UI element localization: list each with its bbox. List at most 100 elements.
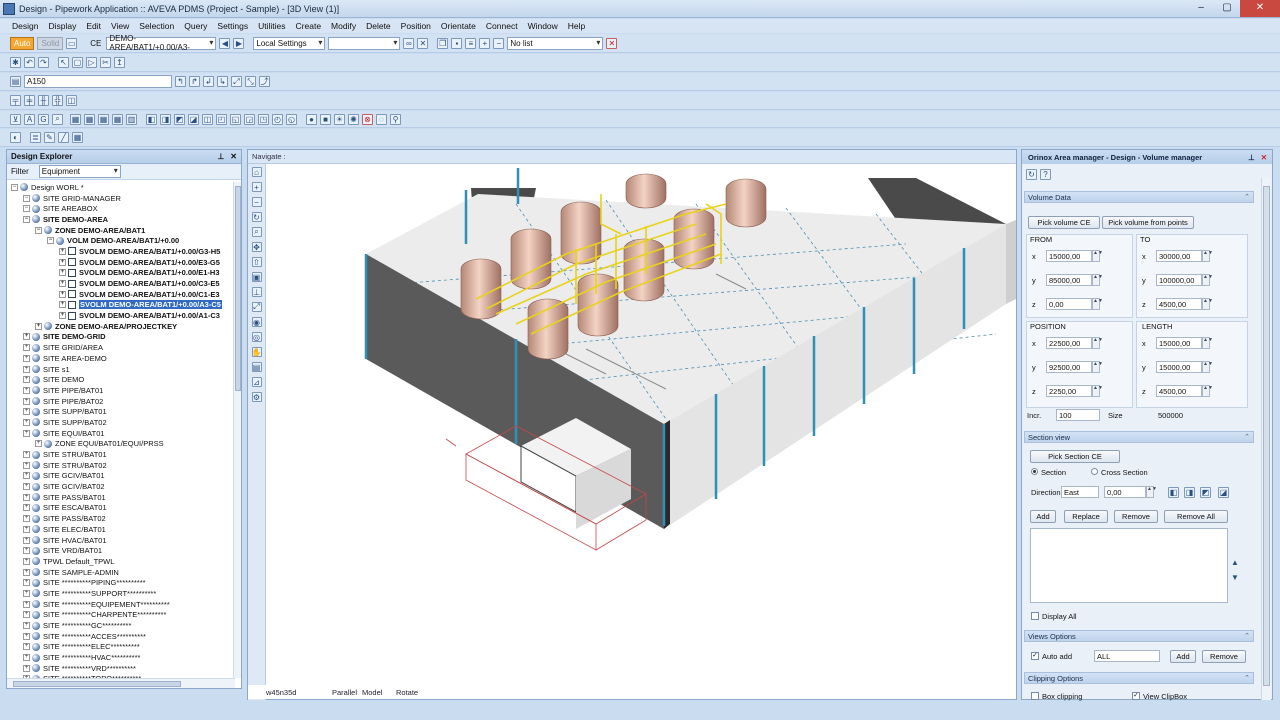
- menu-view[interactable]: View: [106, 21, 134, 31]
- tree-node[interactable]: + SVOLM DEMO-AREA/BAT1/+0.00/E3-G5: [7, 257, 235, 268]
- tree-node[interactable]: + SITE s1: [7, 364, 235, 375]
- tree-node[interactable]: + SITE VRD/BAT01: [7, 545, 235, 556]
- replace-section-button[interactable]: Replace: [1064, 510, 1108, 523]
- expand-toggle-icon[interactable]: +: [23, 557, 30, 565]
- save-icon[interactable]: ▪: [451, 37, 463, 49]
- expand-toggle-icon[interactable]: −: [23, 205, 30, 213]
- tree-node[interactable]: − ZONE DEMO-AREA/BAT1: [7, 225, 235, 236]
- tree-node[interactable]: + SITE **********HVAC**********: [7, 652, 235, 663]
- clip-icon[interactable]: ◌: [376, 113, 387, 125]
- pick-section-ce-button[interactable]: Pick Section CE: [1030, 450, 1120, 463]
- expand-toggle-icon[interactable]: +: [23, 568, 30, 576]
- list-dropdown[interactable]: No list: [507, 36, 604, 50]
- tree-node[interactable]: + SITE DEMO: [7, 374, 235, 385]
- pin-volume-panel-icon[interactable]: ⊥: [1248, 153, 1255, 162]
- pipe-icon[interactable]: ╤: [10, 95, 21, 106]
- explorer-icon[interactable]: ◐: [10, 132, 21, 143]
- section-collapse-icon[interactable]: ⌃: [1244, 433, 1250, 441]
- nav-measure-icon[interactable]: ⊿: [251, 377, 262, 387]
- maximize-icon[interactable]: ▢: [1214, 0, 1240, 17]
- minimize-icon[interactable]: –: [1188, 0, 1214, 17]
- expand-toggle-icon[interactable]: +: [23, 493, 30, 501]
- add-view-button[interactable]: Add: [1170, 650, 1196, 663]
- expand-toggle-icon[interactable]: +: [23, 344, 30, 352]
- remove-all-sections-button[interactable]: Remove All: [1164, 510, 1228, 523]
- tree-node[interactable]: + SITE GCIV/BAT01: [7, 471, 235, 482]
- menu-help[interactable]: Help: [563, 21, 590, 31]
- remove-section-button[interactable]: Remove: [1114, 510, 1158, 523]
- length-z-input[interactable]: 4500,00: [1156, 385, 1202, 397]
- nav-walk-icon[interactable]: ⇧: [251, 257, 262, 267]
- length-x-spinner[interactable]: ▲▼: [1202, 337, 1213, 349]
- menu-query[interactable]: Query: [179, 21, 212, 31]
- expand-toggle-icon[interactable]: +: [23, 525, 30, 533]
- draw-line-icon[interactable]: ╱: [58, 132, 69, 143]
- nav-fit-icon[interactable]: ▣: [251, 272, 262, 282]
- pin-icon[interactable]: ✱: [10, 57, 21, 68]
- list-add-icon[interactable]: +: [479, 37, 491, 49]
- close-icon[interactable]: ✕: [1240, 0, 1280, 17]
- iso-view-icon[interactable]: ▦: [112, 113, 123, 125]
- refresh-icon[interactable]: ↻: [1026, 169, 1037, 180]
- position-x-input[interactable]: 22500,00: [1046, 337, 1092, 349]
- position-x-spinner[interactable]: ▲▼: [1092, 337, 1103, 349]
- solid-button[interactable]: Solid: [37, 36, 64, 50]
- expand-toggle-icon[interactable]: +: [23, 483, 30, 491]
- cube-view-icon-9[interactable]: ◳: [258, 113, 269, 125]
- from-z-spinner[interactable]: ▲▼: [1092, 298, 1103, 310]
- forward-arrow-icon[interactable]: ▶: [233, 37, 245, 49]
- expand-toggle-icon[interactable]: +: [23, 611, 30, 619]
- nav-zoom-box-icon[interactable]: ⌕: [251, 227, 262, 237]
- play-icon[interactable]: ▷: [86, 57, 97, 68]
- expand-toggle-icon[interactable]: +: [23, 397, 30, 405]
- section-list[interactable]: [1030, 528, 1228, 603]
- tree-vscroll-thumb[interactable]: [235, 186, 241, 391]
- from-y-input[interactable]: 85000,00: [1046, 274, 1092, 286]
- tree-node[interactable]: − SITE AREABOX: [7, 203, 235, 214]
- snap-icon-4[interactable]: ↳: [217, 76, 228, 87]
- menu-position[interactable]: Position: [396, 21, 436, 31]
- snap-icon-5[interactable]: ⤢: [231, 76, 242, 87]
- tree-node[interactable]: + SITE ELEC/BAT01: [7, 524, 235, 535]
- expand-toggle-icon[interactable]: +: [23, 536, 30, 544]
- cross-section-radio[interactable]: [1091, 468, 1098, 475]
- nav-zoom-out-icon[interactable]: −: [251, 197, 262, 207]
- pick-volume-ce-button[interactable]: Pick volume CE: [1028, 216, 1100, 229]
- position-z-input[interactable]: 2250,00: [1046, 385, 1092, 397]
- expand-toggle-icon[interactable]: +: [23, 515, 30, 523]
- binoculars-icon[interactable]: ∞: [403, 37, 415, 49]
- length-y-spinner[interactable]: ▲▼: [1202, 361, 1213, 373]
- tree-vertical-scrollbar[interactable]: [233, 182, 241, 678]
- remove-view-button[interactable]: Remove: [1202, 650, 1246, 663]
- cube-view-icon-6[interactable]: ◰: [216, 113, 227, 125]
- snap-icon-3[interactable]: ↲: [203, 76, 214, 87]
- nav-axis-icon[interactable]: ⊥: [251, 287, 262, 297]
- snap-icon-7[interactable]: ⤴: [259, 76, 270, 87]
- tree-node[interactable]: + SVOLM DEMO-AREA/BAT1/+0.00/A1-C3: [7, 310, 235, 321]
- from-x-spinner[interactable]: ▲▼: [1092, 250, 1103, 262]
- tree-node[interactable]: + SVOLM DEMO-AREA/BAT1/+0.00/E1-H3: [7, 268, 235, 279]
- to-x-input[interactable]: 30000,00: [1156, 250, 1202, 262]
- list-icon[interactable]: ≡: [465, 37, 477, 49]
- view-axes-icon[interactable]: ⊻: [10, 113, 21, 125]
- menu-edit[interactable]: Edit: [81, 21, 106, 31]
- nav-settings-icon[interactable]: ⚙: [251, 392, 262, 402]
- tree-node[interactable]: + SITE STRU/BAT01: [7, 449, 235, 460]
- expand-toggle-icon[interactable]: +: [59, 301, 66, 309]
- tree-node[interactable]: + SITE **********ELEC**********: [7, 642, 235, 653]
- position-y-input[interactable]: 92500,00: [1046, 361, 1092, 373]
- expand-toggle-icon[interactable]: −: [47, 237, 54, 245]
- shade-icon[interactable]: ●: [306, 113, 317, 125]
- 3d-model-scene[interactable]: [266, 164, 1016, 688]
- menu-display[interactable]: Display: [43, 21, 81, 31]
- tree-node[interactable]: + SITE SUPP/BAT02: [7, 417, 235, 428]
- expand-toggle-icon[interactable]: −: [23, 194, 30, 202]
- tree-node[interactable]: + SVOLM DEMO-AREA/BAT1/+0.00/C1-E3: [7, 289, 235, 300]
- views-collapse-icon[interactable]: ⌃: [1244, 632, 1250, 640]
- menu-connect[interactable]: Connect: [481, 21, 523, 31]
- expand-toggle-icon[interactable]: +: [23, 600, 30, 608]
- close-volume-panel-icon[interactable]: ✕: [1261, 153, 1267, 162]
- tree-node[interactable]: + SITE PASS/BAT01: [7, 492, 235, 503]
- table-icon[interactable]: ▦: [72, 132, 83, 143]
- tree-node[interactable]: + SITE PIPE/BAT02: [7, 396, 235, 407]
